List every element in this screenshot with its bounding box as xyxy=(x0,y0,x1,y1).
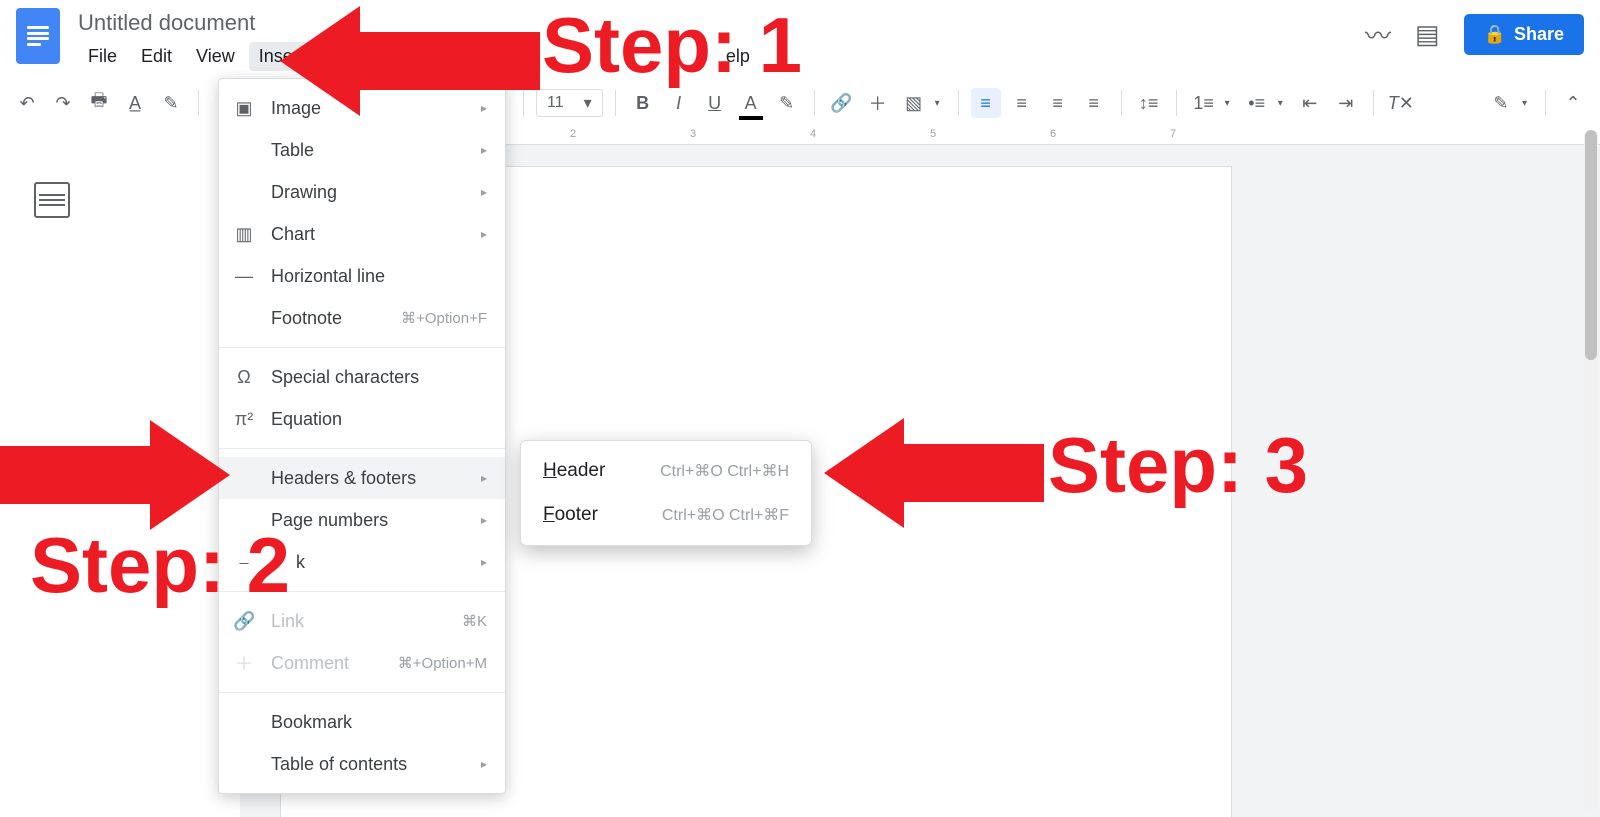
menu-item-bookmark[interactable]: Bookmark xyxy=(219,701,505,743)
menu-view[interactable]: View xyxy=(186,42,245,71)
redo-button[interactable]: ↷ xyxy=(48,88,78,118)
submenu-item-footer[interactable]: Footer Ctrl+⌘O Ctrl+⌘F xyxy=(521,493,811,537)
activity-icon[interactable]: 〰 xyxy=(1365,16,1391,53)
align-left-button[interactable]: ≡ xyxy=(971,88,1001,118)
indent-increase-button[interactable]: ⇥ xyxy=(1331,88,1361,118)
hr-icon: — xyxy=(233,266,255,287)
annotation-label-step1: Step: 1 xyxy=(542,0,802,91)
omega-icon: Ω xyxy=(233,367,255,388)
headers-footers-submenu: Header Ctrl+⌘O Ctrl+⌘H Footer Ctrl+⌘O Ct… xyxy=(520,440,812,546)
editing-mode-button[interactable]: ✎▾ xyxy=(1486,88,1533,118)
scrollbar-thumb[interactable] xyxy=(1585,130,1597,360)
menu-item-footnote[interactable]: Footnote⌘+Option+F xyxy=(219,297,505,339)
bulleted-list-button[interactable]: •≡▾ xyxy=(1242,88,1289,118)
menu-item-toc[interactable]: Table of contents▸ xyxy=(219,743,505,785)
font-size-input[interactable]: 11▾ xyxy=(536,89,603,117)
document-outline-button[interactable] xyxy=(34,182,70,218)
align-center-button[interactable]: ≡ xyxy=(1007,88,1037,118)
insert-comment-button[interactable]: ＋ xyxy=(863,88,893,118)
bold-button[interactable]: B xyxy=(628,88,658,118)
menu-item-headers-footers[interactable]: Headers & footers▸ xyxy=(219,457,505,499)
menu-item-table[interactable]: Table▸ xyxy=(219,129,505,171)
vertical-scrollbar[interactable] xyxy=(1584,130,1598,810)
comment-plus-icon: ＋ xyxy=(233,650,255,676)
annotation-label-step2: Step: 2 xyxy=(30,520,290,611)
menu-file[interactable]: File xyxy=(78,42,127,71)
clear-formatting-button[interactable]: T✕ xyxy=(1386,88,1416,118)
link-icon: 🔗 xyxy=(233,611,255,632)
share-label: Share xyxy=(1514,24,1564,45)
align-right-button[interactable]: ≡ xyxy=(1043,88,1073,118)
image-icon: ▣ xyxy=(233,98,255,119)
collapse-toolbar-button[interactable]: ⌃ xyxy=(1558,88,1588,118)
highlight-button[interactable]: ✎ xyxy=(772,88,802,118)
annotation-arrow-step1 xyxy=(280,6,540,116)
comments-icon[interactable]: ▤ xyxy=(1415,19,1440,50)
annotation-arrow-step2 xyxy=(0,420,230,530)
annotation-label-step3: Step: 3 xyxy=(1048,420,1308,511)
undo-button[interactable]: ↶ xyxy=(12,88,42,118)
insert-image-button[interactable]: ▧▾ xyxy=(899,88,946,118)
chart-icon: ▥ xyxy=(233,224,255,245)
line-spacing-button[interactable]: ↕≡ xyxy=(1134,88,1164,118)
annotation-arrow-step3 xyxy=(824,418,1044,528)
menu-item-special-characters[interactable]: ΩSpecial characters xyxy=(219,356,505,398)
align-justify-button[interactable]: ≡ xyxy=(1079,88,1109,118)
underline-button[interactable]: U xyxy=(700,88,730,118)
indent-decrease-button[interactable]: ⇤ xyxy=(1295,88,1325,118)
pi-icon: π² xyxy=(233,409,255,430)
share-button[interactable]: 🔒 Share xyxy=(1464,14,1584,55)
menu-edit[interactable]: Edit xyxy=(131,42,182,71)
numbered-list-button[interactable]: 1≡▾ xyxy=(1189,88,1236,118)
spellcheck-button[interactable]: A̲ xyxy=(120,88,150,118)
text-color-button[interactable]: A xyxy=(736,88,766,118)
lock-icon: 🔒 xyxy=(1484,24,1506,45)
menu-item-drawing[interactable]: Drawing▸ xyxy=(219,171,505,213)
print-button[interactable]: 🖶 xyxy=(84,88,114,118)
italic-button[interactable]: I xyxy=(664,88,694,118)
menu-item-equation[interactable]: π²Equation xyxy=(219,398,505,440)
menu-item-comment[interactable]: ＋Comment⌘+Option+M xyxy=(219,642,505,684)
insert-menu-dropdown: ▣Image▸ Table▸ Drawing▸ ▥Chart▸ —Horizon… xyxy=(218,78,506,794)
menu-item-chart[interactable]: ▥Chart▸ xyxy=(219,213,505,255)
docs-logo-icon[interactable] xyxy=(16,8,60,64)
insert-link-button[interactable]: 🔗 xyxy=(827,88,857,118)
menu-item-horizontal-line[interactable]: —Horizontal line xyxy=(219,255,505,297)
submenu-item-header[interactable]: Header Ctrl+⌘O Ctrl+⌘H xyxy=(521,449,811,493)
paint-format-button[interactable]: ✎ xyxy=(156,88,186,118)
